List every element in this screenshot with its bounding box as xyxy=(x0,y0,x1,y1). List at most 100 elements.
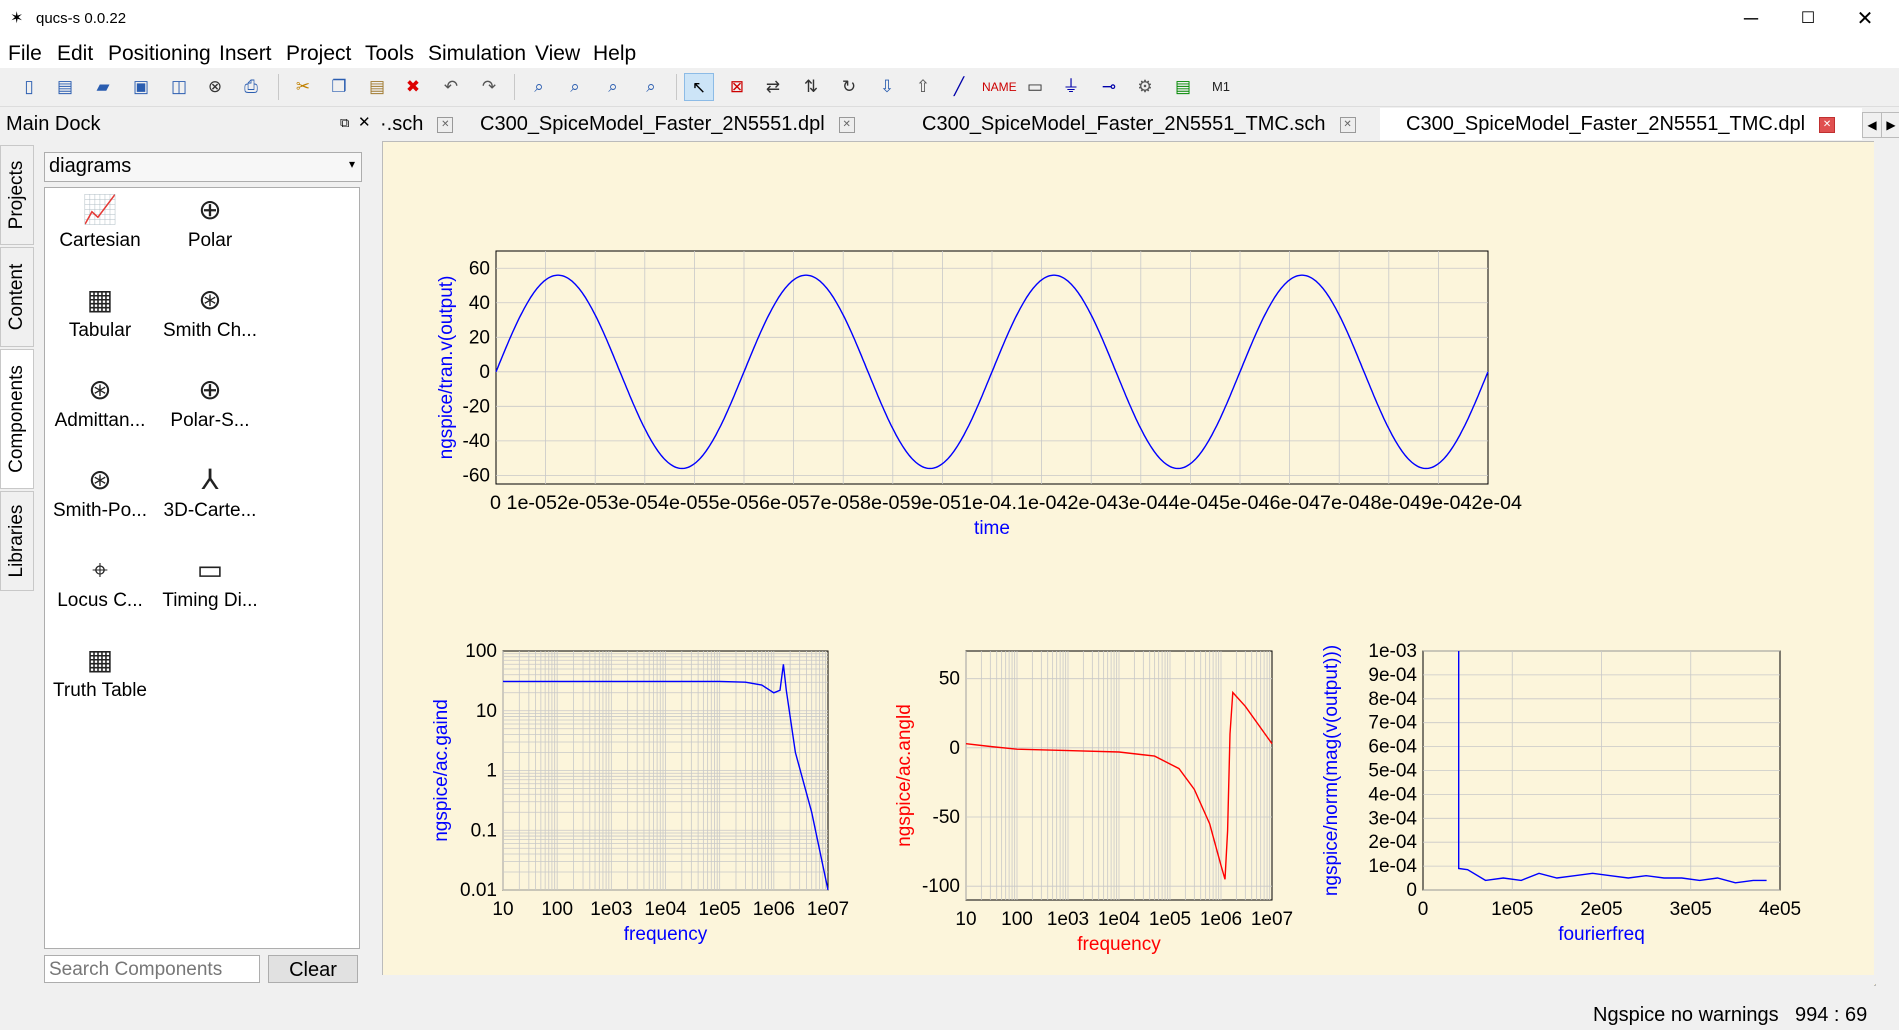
tab-close-icon[interactable]: ✕ xyxy=(1819,116,1836,133)
menu-edit[interactable]: Edit xyxy=(57,42,93,66)
print-icon[interactable]: ⎙ xyxy=(236,73,266,101)
app-icon: ✶ xyxy=(10,10,24,27)
palette-item-tabular[interactable]: ▦ Tabular xyxy=(45,280,155,342)
x-tick-label: 0 xyxy=(1418,899,1429,920)
palette-item-smith-polar[interactable]: ⊛ Smith-Po... xyxy=(45,460,155,522)
marker-icon[interactable]: M1 xyxy=(1206,73,1236,101)
y-tick-label: 8e-04 xyxy=(1368,689,1417,710)
palette-item-3d-cartesian[interactable]: ⅄ 3D-Carte... xyxy=(155,460,265,522)
clear-button[interactable]: Clear xyxy=(268,955,358,983)
menu-simulation[interactable]: Simulation xyxy=(428,42,526,66)
menu-project[interactable]: Project xyxy=(286,42,351,66)
tab-components[interactable]: Components xyxy=(0,349,34,489)
menu-positioning[interactable]: Positioning xyxy=(108,42,211,66)
y-tick-label: 9e-04 xyxy=(1368,665,1417,686)
menu-tools[interactable]: Tools xyxy=(365,42,414,66)
polar-icon: ⊕ xyxy=(198,194,222,225)
palette-item-smith[interactable]: ⊛ Smith Ch... xyxy=(155,280,265,342)
tab-doc-1[interactable]: C300_SpiceModel_Faster_2N5551.dpl ✕ xyxy=(480,108,855,140)
paste-icon[interactable]: ▤ xyxy=(362,73,392,101)
cut-icon[interactable]: ✂ xyxy=(288,73,318,101)
new-text-icon[interactable]: ▤ xyxy=(50,73,80,101)
tab-content[interactable]: Content xyxy=(0,247,34,347)
x-tick-label: 10 xyxy=(955,909,976,930)
ground-icon[interactable]: ⏚ xyxy=(1056,73,1086,101)
close-button[interactable]: ✕ xyxy=(1837,0,1893,38)
dock-float-icon[interactable]: ⧉ xyxy=(340,115,349,131)
zoom-out-icon[interactable]: ⌕ xyxy=(598,73,628,101)
menu-insert[interactable]: Insert xyxy=(219,42,272,66)
3d-cartesian-icon: ⅄ xyxy=(201,464,219,495)
delete-icon[interactable]: ✖ xyxy=(398,73,428,101)
save-all-icon[interactable]: ◫ xyxy=(164,73,194,101)
palette-item-timing[interactable]: ▭ Timing Di... xyxy=(155,550,265,612)
tab-projects[interactable]: Projects xyxy=(0,145,34,245)
menu-view[interactable]: View xyxy=(535,42,580,66)
view-data-icon[interactable]: ▤ xyxy=(1168,73,1198,101)
mirror-x-icon[interactable]: ⇄ xyxy=(758,73,788,101)
window-title: qucs-s 0.0.22 xyxy=(36,10,127,27)
deactivate-icon[interactable]: ⊠ xyxy=(722,73,752,101)
y-axis-label: ngspice/ac.angld xyxy=(894,704,915,847)
x-axis-label: time xyxy=(974,518,1010,539)
maximize-button[interactable]: ☐ xyxy=(1780,0,1836,38)
search-components-input[interactable]: Search Components xyxy=(44,955,260,983)
save-icon[interactable]: ▣ xyxy=(126,73,156,101)
tab-libraries[interactable]: Libraries xyxy=(0,491,34,591)
y-tick-label: 0.1 xyxy=(471,820,497,841)
toolbar: ▯ ▤ ▰ ▣ ◫ ⊗ ⎙ ✂ ❐ ▤ ✖ ↶ ↷ ⌕ ⌕ ⌕ ⌕ ↖ ⊠ ⇄ … xyxy=(0,68,1899,107)
port-icon[interactable]: ⊸ xyxy=(1094,73,1124,101)
tab-close-icon[interactable]: ✕ xyxy=(838,116,855,133)
redo-icon[interactable]: ↷ xyxy=(474,73,504,101)
copy-icon[interactable]: ❐ xyxy=(324,73,354,101)
select-pointer-icon[interactable]: ↖ xyxy=(684,73,714,101)
dock-close-icon[interactable]: ✕ xyxy=(358,113,371,131)
exit-subcircuit-icon[interactable]: ⇧ xyxy=(908,73,938,101)
horizontal-scrollbar[interactable] xyxy=(382,975,1874,993)
cartesian-icon: 📈 xyxy=(82,194,118,225)
status-message: Ngspice no warnings xyxy=(1593,1004,1779,1026)
schematic-canvas[interactable]: 60 40 20 0 -20 -40 -60 0 1e-052e-053e-054e-055e… xyxy=(382,141,1876,986)
tab-close-icon[interactable]: ✕ xyxy=(437,116,454,133)
tab-scroll-right-icon[interactable]: ▶ xyxy=(1881,112,1899,138)
new-file-icon[interactable]: ▯ xyxy=(14,73,44,101)
zoom-in-icon[interactable]: ⌕ xyxy=(560,73,590,101)
wire-icon[interactable]: ╱ xyxy=(944,73,974,101)
x-tick-label: 100 xyxy=(1001,909,1033,930)
palette-item-truth-table[interactable]: ▦ Truth Table xyxy=(45,640,155,702)
palette-item-cartesian[interactable]: 📈 Cartesian xyxy=(45,190,155,252)
zoom-fit-icon[interactable]: ⌕ xyxy=(524,73,554,101)
tab-doc-0[interactable]: ·.sch ✕ xyxy=(380,108,454,140)
minimize-button[interactable]: ─ xyxy=(1723,0,1779,38)
zoom-1-icon[interactable]: ⌕ xyxy=(636,73,666,101)
undo-icon[interactable]: ↶ xyxy=(436,73,466,101)
palette-item-admittance[interactable]: ⊛ Admittan... xyxy=(45,370,155,432)
palette-item-polar[interactable]: ⊕ Polar xyxy=(155,190,265,252)
close-doc-icon[interactable]: ⊗ xyxy=(200,73,230,101)
tab-close-icon[interactable]: ✕ xyxy=(1339,116,1356,133)
tab-scroll-left-icon[interactable]: ◀ xyxy=(1862,112,1882,138)
y-tick-label: 1 xyxy=(486,761,497,782)
mirror-y-icon[interactable]: ⇅ xyxy=(796,73,826,101)
x-axis-label: fourierfreq xyxy=(1558,924,1645,945)
y-tick-label: 6e-04 xyxy=(1368,737,1417,758)
tab-doc-3[interactable]: C300_SpiceModel_Faster_2N5551_TMC.dpl ✕ xyxy=(1380,108,1862,140)
rotate-icon[interactable]: ↻ xyxy=(834,73,864,101)
palette-item-polar-smith[interactable]: ⊕ Polar-S... xyxy=(155,370,265,432)
simulate-icon[interactable]: ⚙ xyxy=(1130,73,1160,101)
menu-help[interactable]: Help xyxy=(593,42,636,66)
open-folder-icon[interactable]: ▰ xyxy=(88,73,118,101)
y-tick-label: 0 xyxy=(479,362,490,383)
wire-label-icon[interactable]: NAME xyxy=(982,73,1017,101)
equation-icon[interactable]: ▭ xyxy=(1020,73,1050,101)
palette-item-locus[interactable]: ⌖ Locus C... xyxy=(45,550,155,612)
category-select[interactable]: diagrams ▾ xyxy=(44,152,362,182)
menu-file[interactable]: File xyxy=(8,42,42,66)
vertical-scrollbar[interactable] xyxy=(1874,141,1892,984)
tab-doc-2[interactable]: C300_SpiceModel_Faster_2N5551_TMC.sch ✕ xyxy=(922,108,1356,140)
y-tick-label: -100 xyxy=(922,876,960,897)
enter-subcircuit-icon[interactable]: ⇩ xyxy=(872,73,902,101)
x-axis-label: frequency xyxy=(624,924,708,945)
smith-chart-icon: ⊛ xyxy=(198,284,222,315)
x-tick-label: 1e03 xyxy=(1047,909,1089,930)
